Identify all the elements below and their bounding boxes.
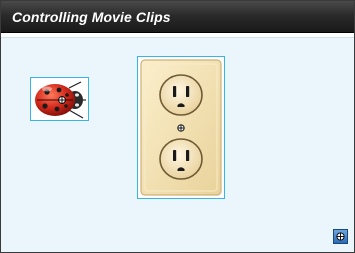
ladybug-icon	[35, 81, 86, 119]
crosshair-button-icon	[336, 232, 345, 241]
crosshair-button[interactable]	[333, 229, 348, 244]
crosshair-icon	[58, 96, 66, 104]
power-outlet-icon	[140, 59, 222, 196]
ladybug-movie-clip[interactable]	[30, 77, 89, 121]
title-separator	[1, 33, 354, 38]
flash-stage-window: Controlling Movie Clips	[0, 0, 355, 253]
outlet-movie-clip[interactable]	[137, 56, 225, 199]
window-title: Controlling Movie Clips	[12, 9, 171, 25]
title-bar: Controlling Movie Clips	[1, 1, 354, 33]
